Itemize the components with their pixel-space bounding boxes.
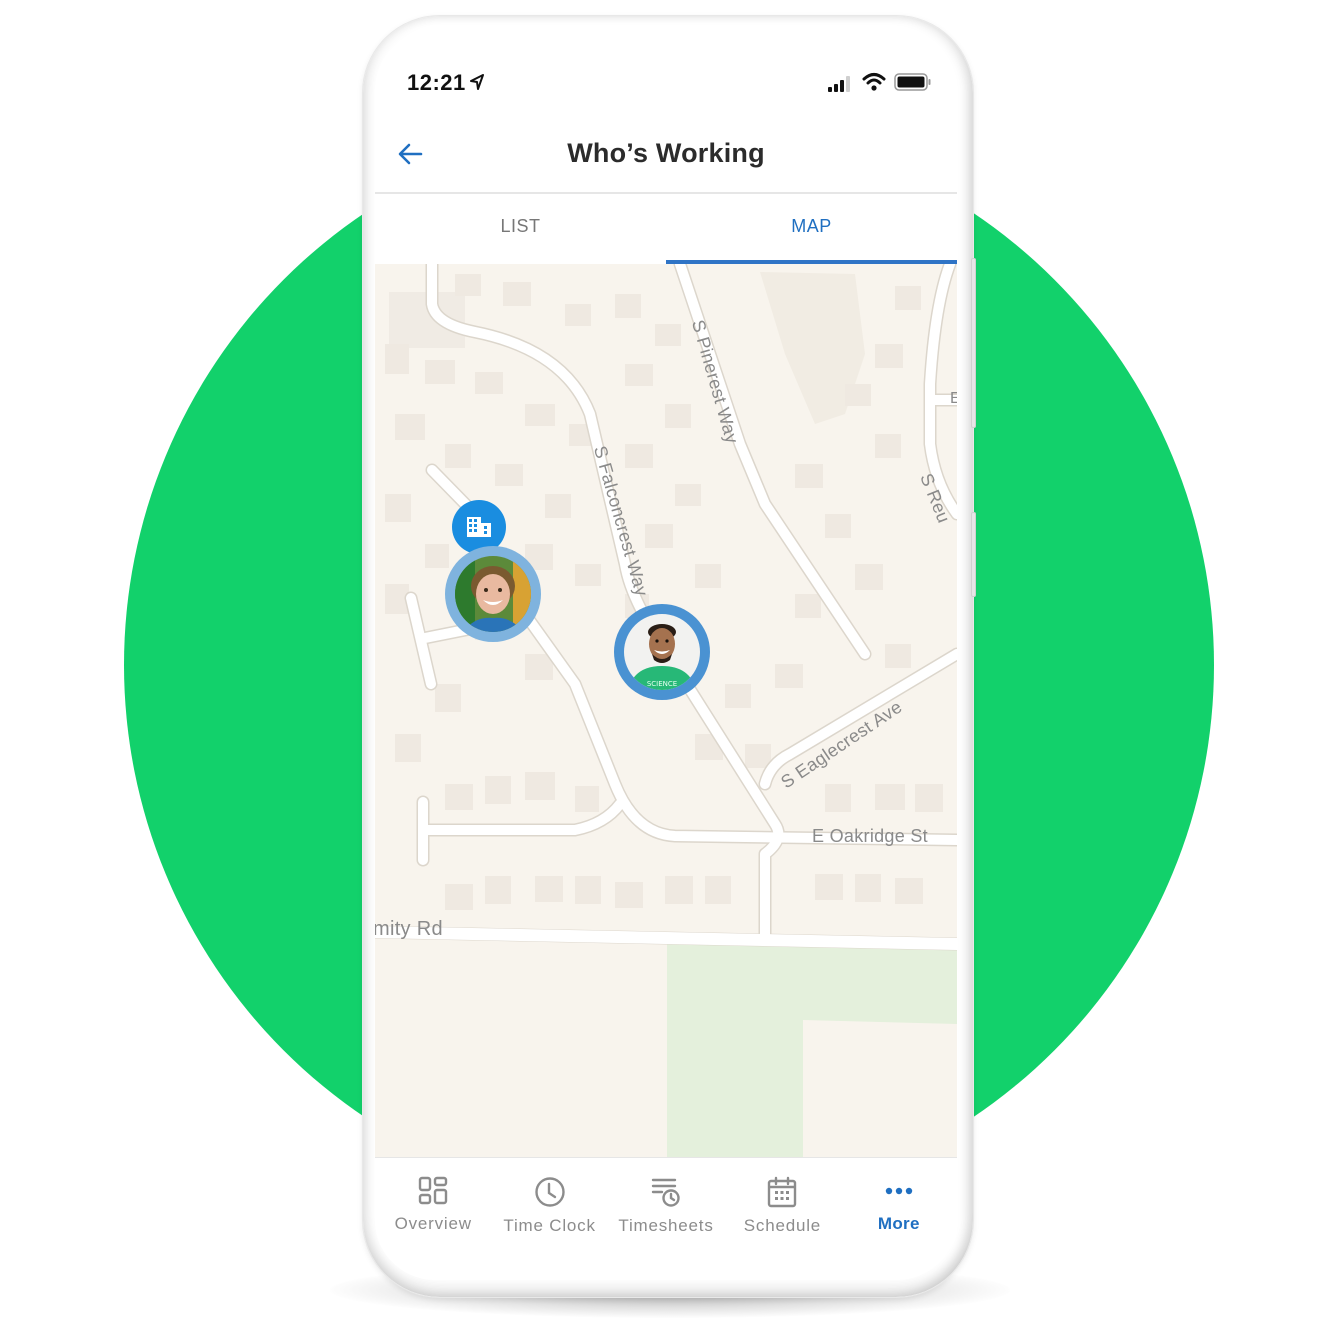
- nav-item-time-clock[interactable]: Time Clock: [491, 1158, 607, 1252]
- phone-side-button: [971, 512, 976, 597]
- tab-list[interactable]: LIST: [375, 196, 666, 264]
- status-bar: 12:21: [375, 30, 957, 130]
- dashboard-icon: [419, 1176, 448, 1205]
- phone-screen: 12:21 Who’s Working LIST MAP S Falconcre…: [375, 30, 957, 1280]
- clock-icon: [534, 1177, 565, 1207]
- bottom-navigation: Overview Time Clock Timesheets Schedule …: [375, 1157, 957, 1252]
- battery-icon: [894, 73, 931, 91]
- tab-map[interactable]: MAP: [666, 196, 957, 264]
- employee-marker[interactable]: SCIENCE: [614, 604, 710, 700]
- nav-label: Time Clock: [503, 1216, 596, 1235]
- building-icon: [467, 517, 491, 537]
- avatar: SCIENCE: [624, 614, 700, 690]
- nav-label: Timesheets: [618, 1216, 714, 1235]
- status-time: 12:21: [407, 70, 466, 95]
- park-area: [667, 940, 957, 1157]
- employee-photo-woman: [455, 556, 531, 632]
- street-label-amity: mity Rd: [375, 918, 443, 940]
- phone-side-button: [971, 258, 976, 428]
- timesheet-icon: [651, 1178, 680, 1207]
- calendar-icon: [768, 1176, 797, 1208]
- view-tabs: LIST MAP: [375, 196, 957, 264]
- map-base: [375, 264, 957, 1157]
- nav-item-schedule[interactable]: Schedule: [724, 1158, 840, 1252]
- wifi-icon: [862, 73, 886, 91]
- location-arrow-icon: [470, 74, 484, 90]
- shirt-text: SCIENCE: [647, 680, 677, 688]
- nav-item-overview[interactable]: Overview: [375, 1158, 491, 1252]
- avatar: [455, 556, 531, 632]
- nav-item-timesheets[interactable]: Timesheets: [608, 1158, 724, 1252]
- employee-photo-man: SCIENCE: [624, 614, 700, 690]
- employee-marker[interactable]: [445, 546, 541, 642]
- app-header: Who’s Working: [375, 130, 957, 194]
- page-title: Who’s Working: [567, 138, 765, 168]
- nav-item-more[interactable]: More: [841, 1158, 957, 1252]
- more-dots-icon: [885, 1187, 913, 1195]
- street-label-e: E: [950, 390, 957, 407]
- map-view[interactable]: S Falconcrest Way S Pinerest Way S Eagle…: [375, 264, 957, 1157]
- nav-label: Overview: [394, 1214, 472, 1233]
- nav-label: More: [877, 1214, 920, 1233]
- cellular-signal-icon: [828, 76, 850, 92]
- street-label-oakridge: E Oakridge St: [812, 826, 928, 846]
- nav-label: Schedule: [743, 1216, 822, 1235]
